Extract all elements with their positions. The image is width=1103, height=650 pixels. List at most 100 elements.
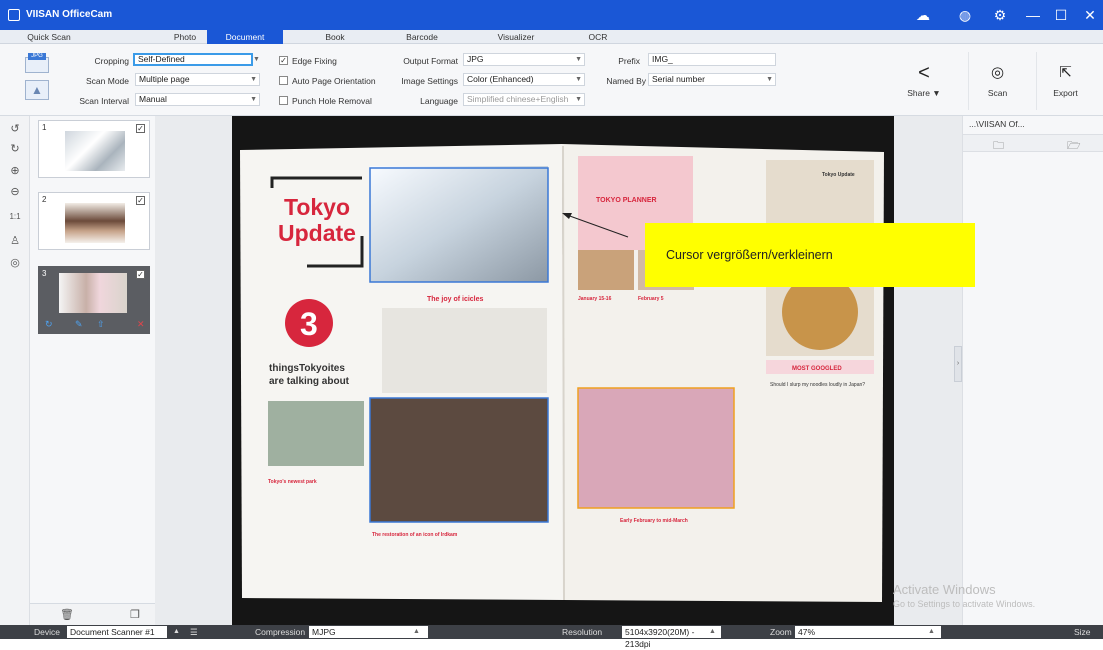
chevron-up-icon[interactable]: ▲ <box>928 626 935 638</box>
resolution-select[interactable]: 5104x3920(20M) - 213dpi <box>622 626 721 649</box>
tab-barcode[interactable]: Barcode <box>392 30 452 44</box>
punch-hole-label: Punch Hole Removal <box>292 96 372 106</box>
language-select[interactable]: Simplified chinese+English ▼ <box>463 93 585 106</box>
scan-interval-label: Scan Interval <box>79 96 129 106</box>
thumbnail-item[interactable]: 1 ✓ <box>38 120 150 178</box>
named-by-select[interactable]: Serial number ▼ <box>648 73 776 86</box>
thumbnail-checkbox[interactable]: ✓ <box>136 270 145 279</box>
annotation-callout: Cursor vergrößern/verkleinern <box>645 223 975 287</box>
upload-icon[interactable]: ⇧ <box>97 319 105 330</box>
cropping-select[interactable]: Self-Defined <box>133 53 253 66</box>
named-by-label: Named By <box>606 76 646 86</box>
tab-photo[interactable]: Photo <box>155 30 215 44</box>
scan-mode-label: Scan Mode <box>86 76 129 86</box>
edit-icon[interactable]: ✎ <box>75 319 83 330</box>
format-image-icon: JPG <box>25 53 49 73</box>
svg-text:Tokyo Update: Tokyo Update <box>822 172 855 178</box>
cropping-chevron-down-icon[interactable]: ▼ <box>253 56 260 63</box>
edge-fixing-label: Edge Fixing <box>292 56 337 66</box>
image-settings-label: Image Settings <box>401 76 458 86</box>
resolution-label: Resolution <box>562 627 603 637</box>
auto-orientation-label: Auto Page Orientation <box>292 76 376 86</box>
filter-icon[interactable]: ◎ <box>7 256 23 272</box>
activate-windows-text: Go to Settings to activate Windows. <box>893 599 1036 609</box>
export-button[interactable]: ⇱ Export <box>1036 52 1094 110</box>
tab-document[interactable]: Document <box>207 30 283 44</box>
thumbnail-checkbox[interactable]: ✓ <box>136 196 145 205</box>
svg-text:Tokyo's newest park: Tokyo's newest park <box>268 479 317 485</box>
cropping-label: Cropping <box>94 56 130 66</box>
scan-settings-toolbar: JPG ▲ Cropping Self-Defined ▼ Scan Mode … <box>0 44 1103 116</box>
cloud-icon[interactable]: ☁ <box>915 7 931 23</box>
stamp-icon[interactable]: ♙ <box>7 234 23 250</box>
chevron-down-icon: ▼ <box>575 76 582 83</box>
output-format-select[interactable]: JPG ▼ <box>463 53 585 66</box>
minimize-icon[interactable]: — <box>1025 7 1041 23</box>
actual-size-icon[interactable]: 1:1 <box>7 212 23 228</box>
thumbnail-image <box>59 273 127 313</box>
app-logo-icon <box>8 9 20 21</box>
language-label: Language <box>420 96 458 106</box>
chevron-up-icon[interactable]: ▲ <box>709 626 716 638</box>
svg-text:thingsTokyoites: thingsTokyoites <box>269 363 345 374</box>
thumbnail-panel: 1 ✓ 2 ✓ 3 ✓ ↻ ✎ ⇧ ✕ 🗑 ❐ <box>30 116 155 625</box>
device-settings-icon[interactable]: ☰ <box>190 626 198 638</box>
activate-windows-title: Activate Windows <box>893 582 996 597</box>
thumbnail-checkbox[interactable]: ✓ <box>136 124 145 133</box>
device-select[interactable]: Document Scanner #1 <box>67 626 167 638</box>
folder-icon[interactable]: 🗀 <box>993 137 1004 156</box>
thumbnail-item[interactable]: 2 ✓ <box>38 192 150 250</box>
scan-preview[interactable]: Tokyo Update 3 thingsTokyoites are talki… <box>232 116 894 625</box>
svg-text:TOKYO PLANNER: TOKYO PLANNER <box>596 197 657 204</box>
maximize-icon[interactable]: ☐ <box>1053 7 1069 23</box>
svg-text:The restoration of an icon of: The restoration of an icon of Irdkam <box>372 532 458 538</box>
mode-tabs: Quick Scan Photo Document Book Barcode V… <box>0 30 1103 44</box>
rotate-right-icon[interactable]: ↻ <box>7 142 23 158</box>
title-bar: VIISAN OfficeCam ☁ ◍ ⚙ — ☐ ✕ <box>0 0 1103 30</box>
scan-mode-select[interactable]: Multiple page ▼ <box>135 73 260 86</box>
device-label: Device <box>34 627 60 637</box>
tab-book[interactable]: Book <box>305 30 365 44</box>
rotate-left-icon[interactable]: ↺ <box>7 122 23 138</box>
collapse-panel-icon[interactable]: › <box>954 346 962 382</box>
globe-icon[interactable]: ◍ <box>957 7 973 23</box>
scan-interval-select[interactable]: Manual ▼ <box>135 93 260 106</box>
compression-label: Compression <box>255 627 306 637</box>
trash-icon[interactable]: 🗑 <box>60 608 74 621</box>
scan-button[interactable]: ◎ Scan <box>968 52 1026 110</box>
share-icon: < <box>918 62 930 84</box>
punch-hole-checkbox[interactable] <box>279 96 288 105</box>
prefix-label: Prefix <box>618 56 640 66</box>
thumbnail-footer: 🗑 ❐ <box>30 603 155 625</box>
tab-quick-scan[interactable]: Quick Scan <box>14 30 84 44</box>
svg-text:February 5: February 5 <box>638 296 664 302</box>
svg-text:3: 3 <box>300 306 318 342</box>
chevron-down-icon: ▼ <box>575 96 582 103</box>
close-icon[interactable]: ✕ <box>1082 7 1098 23</box>
folder-actions: 🗀 🗁 <box>963 134 1103 152</box>
image-settings-select[interactable]: Color (Enhanced) ▼ <box>463 73 585 86</box>
settings-icon[interactable]: ⚙ <box>992 7 1008 23</box>
zoom-out-icon[interactable]: ⊖ <box>7 185 23 201</box>
zoom-in-icon[interactable]: ⊕ <box>7 164 23 180</box>
thumbnail-image <box>65 203 125 243</box>
left-tool-bar: ↺ ↻ ⊕ ⊖ 1:1 ♙ ◎ <box>0 116 30 625</box>
zoom-select[interactable]: 47% <box>795 626 941 638</box>
status-bar: Device Document Scanner #1 ▲ ☰ Compressi… <box>0 625 1103 649</box>
share-button[interactable]: < Share ▼ <box>895 52 953 110</box>
thumbnail-item-selected[interactable]: 3 ✓ ↻ ✎ ⇧ ✕ <box>38 266 150 334</box>
image-preview-icon: ▲ <box>25 80 49 100</box>
prefix-input[interactable]: IMG_ <box>648 53 776 66</box>
edge-fixing-checkbox[interactable]: ✓ <box>279 56 288 65</box>
preview-gutter-right <box>894 116 962 625</box>
copy-icon[interactable]: ❐ <box>130 608 140 621</box>
tab-ocr[interactable]: OCR <box>578 30 618 44</box>
tab-visualizer[interactable]: Visualizer <box>481 30 551 44</box>
open-folder-icon[interactable]: 🗁 <box>1067 137 1081 156</box>
delete-icon[interactable]: ✕ <box>137 319 145 330</box>
rotate-icon[interactable]: ↻ <box>45 319 53 330</box>
compression-select[interactable]: MJPG <box>309 626 428 638</box>
auto-orientation-checkbox[interactable] <box>279 76 288 85</box>
chevron-up-icon[interactable]: ▲ <box>173 626 180 638</box>
chevron-up-icon[interactable]: ▲ <box>413 626 420 638</box>
